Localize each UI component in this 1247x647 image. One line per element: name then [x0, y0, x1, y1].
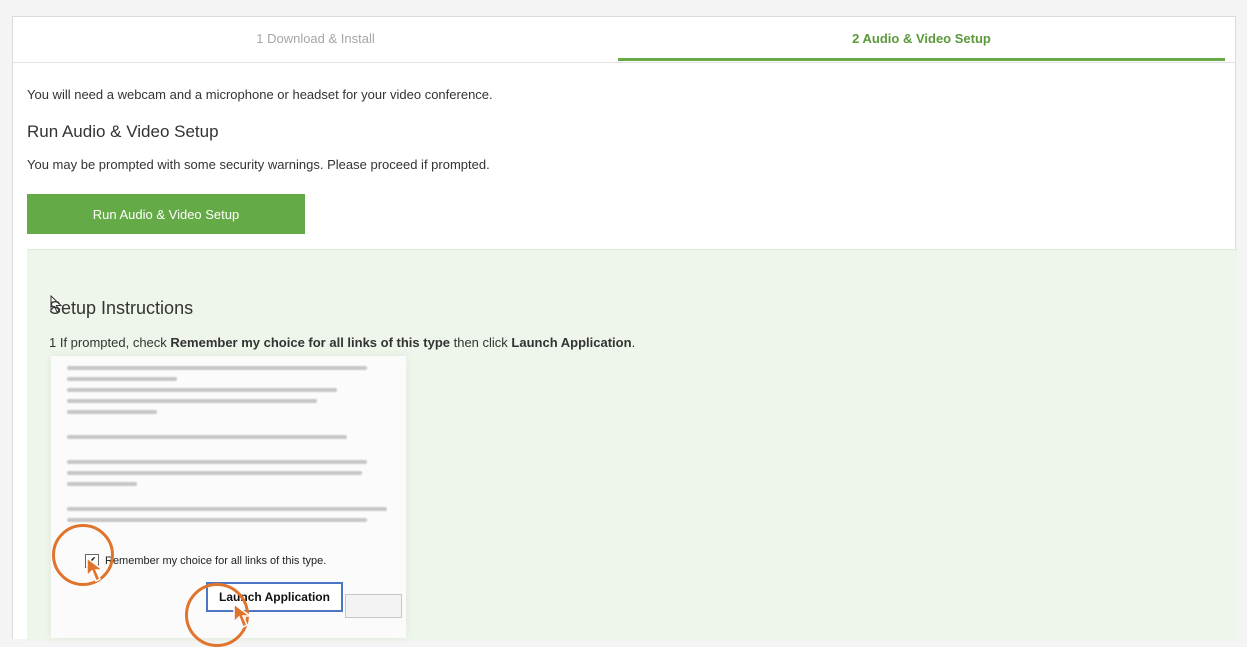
pointer-arrow-icon — [86, 556, 106, 583]
intro-text: You will need a webcam and a microphone … — [27, 87, 493, 102]
step-text-prefix: 1 If prompted, check — [49, 335, 171, 350]
security-warning-text: You may be prompted with some security w… — [27, 157, 490, 172]
instruction-step-1: 1 If prompted, check Remember my choice … — [49, 335, 635, 350]
step-text-middle: then click — [450, 335, 512, 350]
pointer-arrow-icon — [233, 602, 253, 629]
run-audio-video-setup-button[interactable]: Run Audio & Video Setup — [27, 194, 305, 234]
step-text-launch: Launch Application — [511, 335, 632, 350]
step-text-suffix: . — [631, 335, 636, 350]
tab-download-install[interactable]: 1 Download & Install — [13, 17, 618, 61]
active-tab-indicator — [618, 58, 1225, 61]
remember-choice-label: Remember my choice for all links of this… — [105, 555, 327, 567]
setup-instructions-box: Setup Instructions 1 If prompted, check … — [27, 249, 1237, 647]
step-text-remember: Remember my choice for all links of this… — [170, 335, 450, 350]
tab-audio-video-setup[interactable]: 2 Audio & Video Setup — [618, 17, 1225, 61]
section-title: Run Audio & Video Setup — [27, 122, 219, 141]
browser-dialog-screenshot: ✔ Remember my choice for all links of th… — [51, 356, 406, 647]
instructions-title: Setup Instructions — [49, 298, 194, 318]
do-nothing-button[interactable] — [345, 594, 402, 618]
blurred-dialog-text — [67, 366, 397, 529]
setup-panel: 1 Download & Install 2 Audio & Video Set… — [12, 16, 1237, 647]
remember-choice-option: ✔ Remember my choice for all links of th… — [85, 554, 326, 568]
tab-bar: 1 Download & Install 2 Audio & Video Set… — [13, 17, 1235, 63]
